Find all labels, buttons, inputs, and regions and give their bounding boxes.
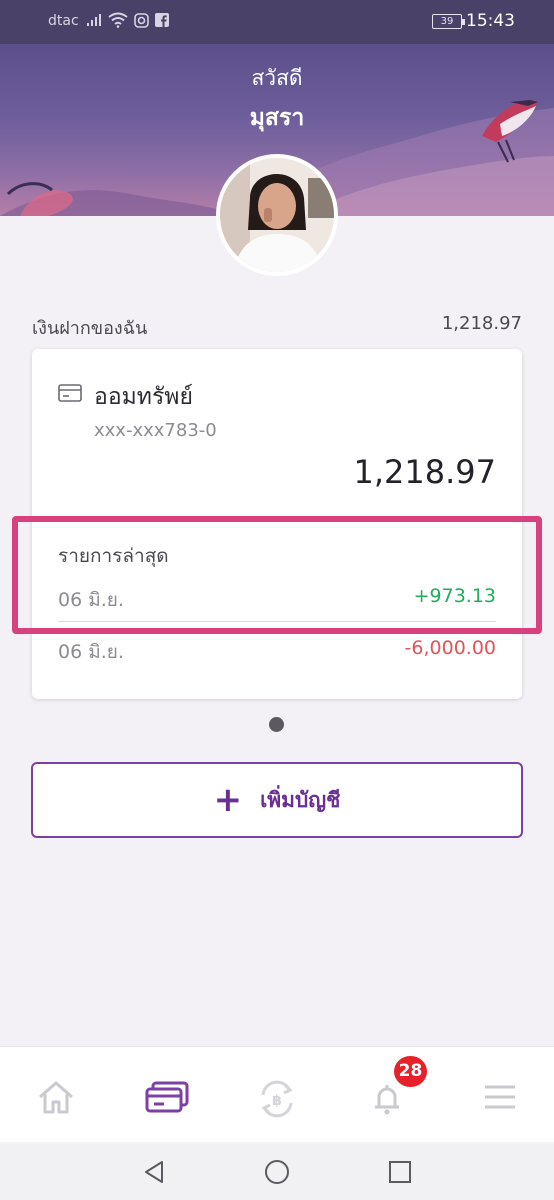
add-account-label: เพิ่มบัญชี: [260, 787, 341, 812]
highlight-frame: [12, 516, 542, 634]
account-number: xxx-xxx783-0: [94, 420, 217, 441]
bottom-nav: ฿: [0, 1046, 554, 1142]
notification-badge: 28: [394, 1056, 427, 1087]
nav-home[interactable]: [36, 1079, 80, 1119]
home-icon: [39, 1081, 73, 1114]
account-name: ออมทรัพย์: [94, 384, 193, 410]
deposits-summary: เงินฝากของฉัน 1,218.97: [32, 313, 522, 339]
deposits-total: 1,218.97: [441, 313, 522, 334]
nav-transfer[interactable]: ฿: [255, 1079, 299, 1119]
svg-text:฿: ฿: [272, 1093, 282, 1109]
avatar[interactable]: [216, 154, 338, 276]
status-bar: dtac 39 15:43: [0, 0, 554, 44]
transaction-date: 06 มิ.ย.: [58, 641, 124, 663]
account-balance: 1,218.97: [353, 453, 497, 491]
status-icons: [86, 12, 169, 28]
add-account-button[interactable]: + เพิ่มบัญชี: [31, 762, 523, 838]
transaction-row: 06 มิ.ย. -6,000.00: [58, 637, 496, 663]
clock: 15:43: [466, 11, 515, 31]
instagram-icon: [134, 12, 149, 28]
carrier-label: dtac: [48, 13, 79, 29]
account-card-icon: [58, 384, 82, 402]
battery-indicator: 39: [432, 14, 465, 29]
home-button-icon[interactable]: [263, 1158, 291, 1186]
nav-accounts[interactable]: [144, 1079, 189, 1119]
plus-icon: +: [213, 780, 243, 820]
back-icon[interactable]: [140, 1158, 168, 1186]
page-indicator-dot: [269, 717, 284, 732]
transfer-icon: ฿: [261, 1080, 293, 1118]
system-navigation-bar: [0, 1142, 554, 1200]
menu-icon: [485, 1085, 515, 1109]
nav-menu[interactable]: [480, 1079, 524, 1119]
deposits-label: เงินฝากของฉัน: [32, 318, 148, 339]
greeting-text: สวัสดี: [251, 66, 303, 90]
wifi-icon: [108, 12, 128, 28]
facebook-icon: [155, 13, 169, 27]
profile-photo: [220, 158, 334, 272]
transaction-amount: -6,000.00: [404, 637, 496, 659]
accounts-icon: [145, 1081, 189, 1113]
signal-icon: [87, 14, 101, 26]
recents-icon[interactable]: [386, 1158, 414, 1186]
user-name: มุสรา: [249, 105, 305, 131]
